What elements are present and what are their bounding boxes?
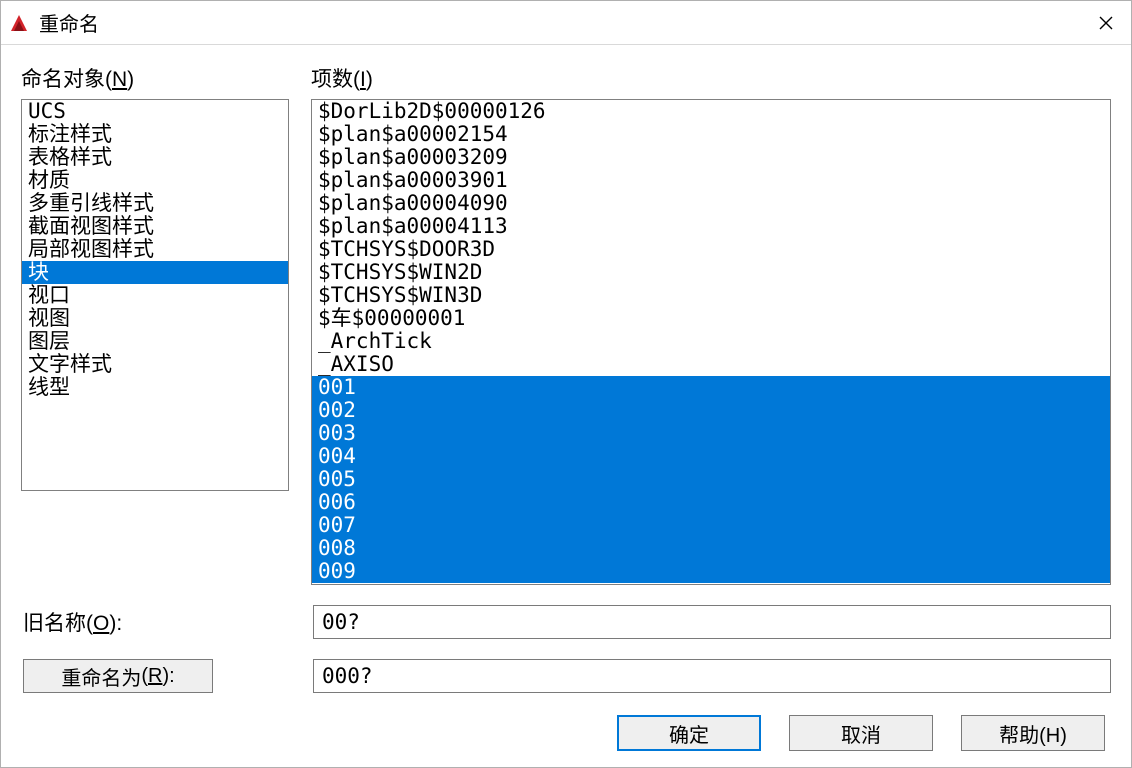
list-item[interactable]: 006 bbox=[312, 491, 1110, 514]
named-object-item[interactable]: 视图 bbox=[22, 307, 288, 330]
list-item[interactable]: $车$00000001 bbox=[312, 307, 1110, 330]
window-title: 重命名 bbox=[39, 8, 99, 37]
list-item[interactable]: 007 bbox=[312, 514, 1110, 537]
list-item[interactable]: $plan$a00004113 bbox=[312, 215, 1110, 238]
list-item[interactable]: _AXISO bbox=[312, 353, 1110, 376]
titlebar: 重命名 bbox=[1, 1, 1131, 45]
close-icon bbox=[1099, 10, 1113, 36]
list-item[interactable]: 002 bbox=[312, 399, 1110, 422]
list-item[interactable]: $TCHSYS$DOOR3D bbox=[312, 238, 1110, 261]
list-item[interactable]: $plan$a00003209 bbox=[312, 146, 1110, 169]
app-icon bbox=[9, 13, 29, 33]
named-object-item[interactable]: 线型 bbox=[22, 376, 288, 399]
named-objects-label: 命名对象(N) bbox=[21, 63, 289, 93]
items-listbox[interactable]: $DorLib2D$00000126$plan$a00002154$plan$a… bbox=[311, 99, 1111, 585]
list-item[interactable]: _ArchTick bbox=[312, 330, 1110, 353]
named-object-item[interactable]: UCS bbox=[22, 100, 288, 123]
list-item[interactable]: $plan$a00002154 bbox=[312, 123, 1110, 146]
list-item[interactable]: 008 bbox=[312, 537, 1110, 560]
list-item[interactable]: 003 bbox=[312, 422, 1110, 445]
named-object-item[interactable]: 标注样式 bbox=[22, 123, 288, 146]
named-object-item[interactable]: 材质 bbox=[22, 169, 288, 192]
named-object-item[interactable]: 局部视图样式 bbox=[22, 238, 288, 261]
list-item[interactable]: $TCHSYS$WIN2D bbox=[312, 261, 1110, 284]
list-item[interactable]: 004 bbox=[312, 445, 1110, 468]
named-object-item[interactable]: 文字样式 bbox=[22, 353, 288, 376]
named-object-item[interactable]: 多重引线样式 bbox=[22, 192, 288, 215]
items-label: 项数(I) bbox=[311, 63, 1111, 93]
named-object-item[interactable]: 视口 bbox=[22, 284, 288, 307]
cancel-button[interactable]: 取消 bbox=[789, 715, 933, 751]
rename-dialog: 重命名 命名对象(N) UCS标注样式表格样式材质多重引线样式截面视图样式局部视… bbox=[0, 0, 1132, 768]
old-name-label: 旧名称(O): bbox=[21, 607, 289, 637]
close-button[interactable] bbox=[1081, 1, 1131, 45]
list-item[interactable]: $plan$a00003901 bbox=[312, 169, 1110, 192]
named-objects-listbox[interactable]: UCS标注样式表格样式材质多重引线样式截面视图样式局部视图样式块视口视图图层文字… bbox=[21, 99, 289, 491]
named-object-item[interactable]: 图层 bbox=[22, 330, 288, 353]
rename-to-input[interactable] bbox=[313, 659, 1111, 693]
list-item[interactable]: $TCHSYS$WIN3D bbox=[312, 284, 1110, 307]
list-item[interactable]: $plan$a00004090 bbox=[312, 192, 1110, 215]
named-object-item[interactable]: 表格样式 bbox=[22, 146, 288, 169]
old-name-input[interactable] bbox=[313, 605, 1111, 639]
help-button[interactable]: 帮助(H) bbox=[961, 715, 1105, 751]
named-object-item[interactable]: 截面视图样式 bbox=[22, 215, 288, 238]
ok-button[interactable]: 确定 bbox=[617, 715, 761, 751]
list-item[interactable]: 005 bbox=[312, 468, 1110, 491]
list-item[interactable]: $DorLib2D$00000126 bbox=[312, 100, 1110, 123]
list-item[interactable]: 001 bbox=[312, 376, 1110, 399]
list-item[interactable]: 009 bbox=[312, 560, 1110, 583]
rename-to-button[interactable]: 重命名为(R): bbox=[23, 659, 213, 693]
named-object-item[interactable]: 块 bbox=[22, 261, 288, 284]
